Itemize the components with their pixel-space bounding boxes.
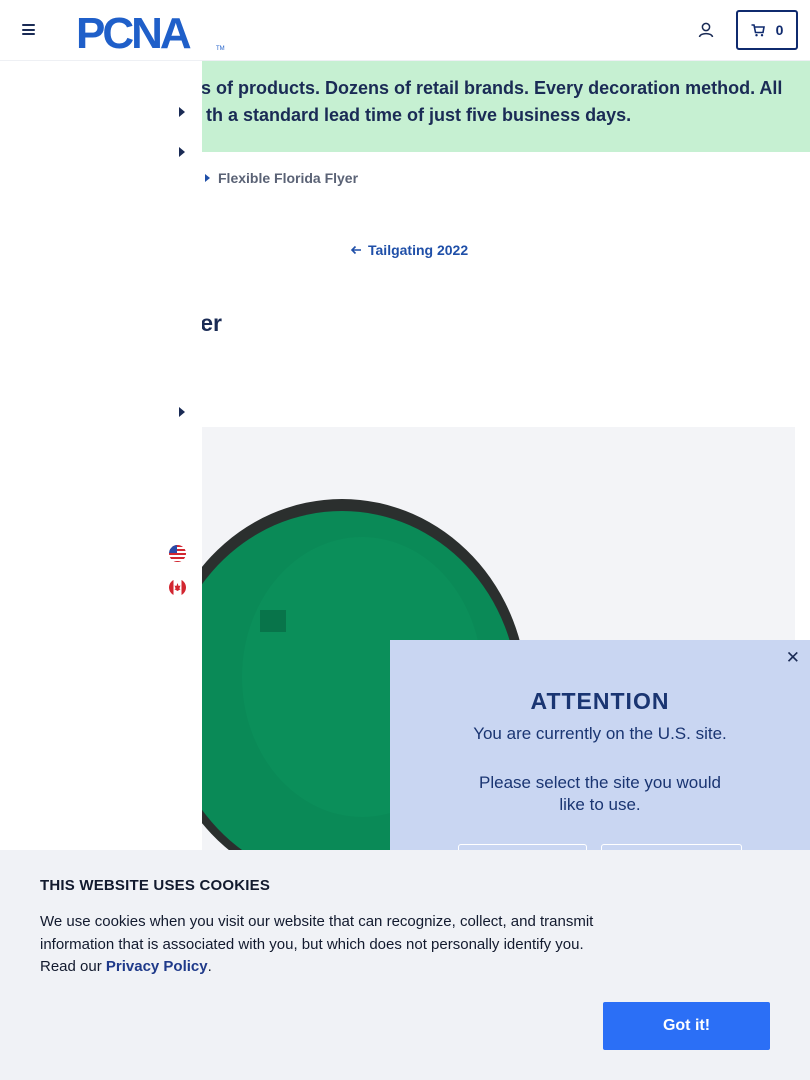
attention-current-site: You are currently on the U.S. site. bbox=[473, 724, 727, 743]
attention-modal: ✕ ATTENTION You are currently on the U.S… bbox=[390, 640, 810, 854]
breadcrumb: Flexible Florida Flyer bbox=[205, 170, 358, 186]
back-link[interactable]: Tailgating 2022 bbox=[350, 242, 468, 258]
cookie-banner: THIS WEBSITE USES COOKIES We use cookies… bbox=[0, 850, 810, 1080]
back-link-label: Tailgating 2022 bbox=[368, 242, 469, 258]
attention-select-prompt: Please select the site you would like to… bbox=[479, 773, 721, 814]
breadcrumb-current[interactable]: Flexible Florida Flyer bbox=[218, 170, 358, 186]
privacy-policy-link[interactable]: Privacy Policy bbox=[106, 958, 208, 975]
cookie-text: We use cookies when you visit our websit… bbox=[40, 911, 600, 979]
arrow-left-icon bbox=[350, 245, 361, 255]
account-icon[interactable] bbox=[697, 21, 715, 39]
us-flag-icon[interactable] bbox=[169, 545, 186, 562]
caret-right-icon[interactable] bbox=[179, 147, 185, 157]
caret-right-icon[interactable] bbox=[179, 107, 185, 117]
close-icon[interactable]: ✕ bbox=[786, 648, 800, 668]
hamburger-icon[interactable] bbox=[22, 24, 35, 35]
nav-drawer bbox=[0, 61, 202, 850]
page: PCNA TM 0 ls of products. Dozens of reta… bbox=[0, 0, 810, 1080]
cookie-title: THIS WEBSITE USES COOKIES bbox=[40, 877, 271, 894]
cart-icon bbox=[751, 23, 765, 36]
svg-text:PCNA: PCNA bbox=[76, 10, 191, 52]
cart-count: 0 bbox=[775, 22, 784, 38]
cart-button[interactable]: 0 bbox=[736, 10, 798, 50]
svg-text:TM: TM bbox=[216, 46, 225, 52]
caret-right-icon bbox=[205, 174, 210, 182]
cookie-text-period: . bbox=[207, 958, 212, 975]
got-it-button[interactable]: Got it! bbox=[603, 1002, 770, 1050]
pcna-logo[interactable]: PCNA TM bbox=[76, 10, 226, 52]
canada-flag-icon[interactable] bbox=[169, 579, 186, 596]
attention-title: ATTENTION bbox=[530, 688, 670, 714]
site-header: PCNA TM 0 bbox=[0, 0, 810, 61]
caret-right-icon[interactable] bbox=[179, 407, 185, 417]
